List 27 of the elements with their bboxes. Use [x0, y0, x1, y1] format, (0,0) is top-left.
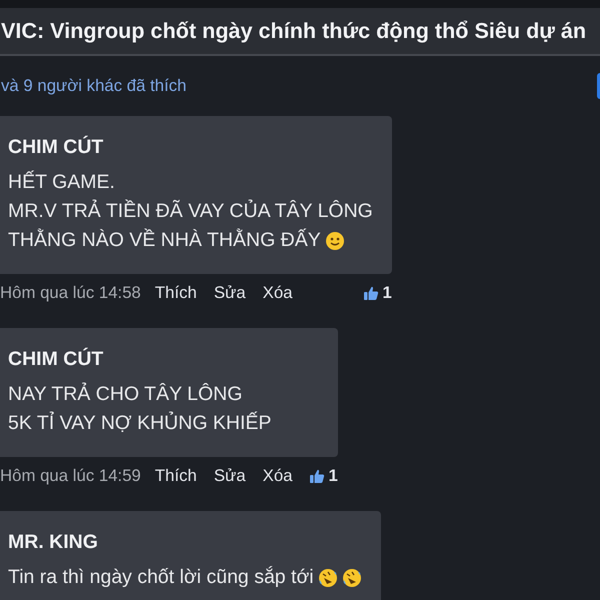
- post-title: VIC: Vingroup chốt ngày chính thức động thổ Siêu dự án: [0, 18, 586, 44]
- thumbs-up-icon: [309, 468, 326, 484]
- comment-text: Tin ra thì ngày chốt lời cũng sắp tới: [8, 565, 314, 590]
- laughing-emoji-icon: [342, 568, 362, 588]
- comment-action-link[interactable]: Xóa: [262, 283, 292, 303]
- side-button[interactable]: [597, 73, 600, 99]
- laughing-emoji-icon: [318, 568, 338, 588]
- comment-text: HẾT GAME.: [8, 170, 115, 195]
- comment-text: 5K TỈ VAY NỢ KHỦNG KHIẾP: [8, 410, 272, 436]
- like-count: 1: [328, 466, 338, 486]
- likes-summary-link[interactable]: và 9 người khác đã thích: [0, 76, 186, 96]
- comment-action-link[interactable]: Sửa: [214, 283, 246, 303]
- smiley-icon: [324, 230, 345, 250]
- comment-action-link[interactable]: Xóa: [262, 466, 292, 486]
- comment-author[interactable]: CHIM CÚT: [8, 348, 319, 370]
- comment-action-link[interactable]: Sửa: [214, 466, 246, 486]
- comment-author[interactable]: CHIM CÚT: [8, 136, 373, 158]
- comment-action-link[interactable]: Thích: [154, 466, 197, 486]
- comment-action-link[interactable]: Thích: [154, 283, 197, 303]
- like-count: 1: [382, 283, 392, 303]
- comment-author[interactable]: MR. KING: [8, 531, 362, 553]
- comment-time[interactable]: Hôm qua lúc 14:58: [0, 283, 141, 303]
- comment-text: MR.V TRẢ TIỀN ĐÃ VAY CỦA TÂY LÔNG: [8, 198, 373, 224]
- comment-time[interactable]: Hôm qua lúc 14:59: [0, 466, 141, 486]
- comment-text: THẰNG NÀO VỀ NHÀ THẰNG ĐẤY: [8, 228, 321, 253]
- thumbs-up-icon: [363, 285, 380, 301]
- comment-text: NAY TRẢ CHO TÂY LÔNG: [8, 382, 242, 407]
